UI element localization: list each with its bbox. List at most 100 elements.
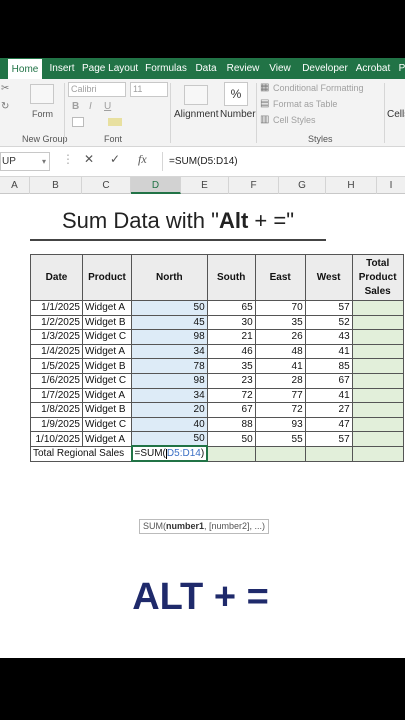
cell-west[interactable]: 52: [304, 314, 353, 331]
cell-total-product-sales[interactable]: [351, 387, 404, 404]
number-button[interactable]: Number: [220, 109, 256, 120]
tab-data[interactable]: Data: [193, 58, 219, 79]
cell-west[interactable]: 47: [304, 416, 353, 433]
cell-north[interactable]: 34: [131, 387, 208, 404]
cell-west[interactable]: 57: [304, 300, 353, 316]
cell-product[interactable]: Widget B: [82, 358, 132, 374]
cell-north[interactable]: 98: [131, 329, 208, 345]
cell-east[interactable]: 41: [254, 358, 306, 374]
cell-total-product-sales[interactable]: [351, 300, 404, 316]
cell-total-product-sales[interactable]: [351, 314, 404, 331]
percent-icon[interactable]: %: [224, 82, 248, 106]
header-west[interactable]: West: [304, 254, 353, 301]
cell-date[interactable]: 1/3/2025: [30, 329, 83, 345]
cell-east[interactable]: 77: [254, 387, 306, 404]
cell-date[interactable]: 1/8/2025: [30, 402, 83, 418]
font-size-select[interactable]: 11: [130, 82, 168, 97]
cell-total-product-sales[interactable]: [351, 416, 404, 433]
cell-total-product-sales[interactable]: [351, 402, 404, 418]
cell-north[interactable]: 34: [131, 343, 208, 360]
cell-south[interactable]: 88: [206, 416, 256, 433]
cell-west[interactable]: 43: [304, 329, 353, 345]
cell-north[interactable]: 78: [131, 358, 208, 374]
italic-button[interactable]: I: [89, 101, 92, 112]
cell-east[interactable]: 55: [254, 431, 306, 447]
cell-north[interactable]: 98: [131, 372, 208, 389]
cell-product[interactable]: Widget C: [82, 372, 132, 389]
cell-total-product-sales[interactable]: [351, 329, 404, 345]
cell-south[interactable]: 67: [206, 402, 256, 418]
cell-east[interactable]: 48: [254, 343, 306, 360]
sheet-title[interactable]: Sum Data with "Alt + =": [30, 208, 326, 234]
cell-east[interactable]: 35: [254, 314, 306, 331]
header-east[interactable]: East: [254, 254, 306, 301]
cell-date[interactable]: 1/6/2025: [30, 372, 83, 389]
conditional-formatting-button[interactable]: Conditional Formatting: [273, 83, 364, 93]
cell-west[interactable]: 85: [304, 358, 353, 374]
cell-south[interactable]: 72: [206, 387, 256, 404]
insert-function-icon[interactable]: fx: [138, 152, 147, 167]
cell-product[interactable]: Widget C: [82, 329, 132, 345]
alignment-icon[interactable]: [184, 85, 208, 105]
cell-total-product-sales[interactable]: [351, 431, 404, 447]
total-cell-west[interactable]: [304, 445, 353, 462]
cell-product[interactable]: Widget A: [82, 343, 132, 360]
cell-south[interactable]: 21: [206, 329, 256, 345]
tab-overflow[interactable]: P: [396, 58, 405, 79]
cell-west[interactable]: 67: [304, 372, 353, 389]
cell-south[interactable]: 46: [206, 343, 256, 360]
column-header-b[interactable]: B: [30, 177, 82, 194]
cell-south[interactable]: 35: [206, 358, 256, 374]
column-header-g[interactable]: G: [279, 177, 326, 194]
total-cell-south[interactable]: [206, 445, 256, 462]
header-south[interactable]: South: [206, 254, 256, 301]
tab-home[interactable]: Home: [8, 58, 42, 79]
tooltip-arg1[interactable]: number1: [166, 521, 204, 531]
cell-product[interactable]: Widget A: [82, 300, 132, 316]
enter-icon[interactable]: ✓: [110, 152, 120, 166]
column-header-f[interactable]: F: [229, 177, 279, 194]
tab-insert[interactable]: Insert: [46, 58, 78, 79]
column-header-a[interactable]: A: [0, 177, 30, 194]
bold-button[interactable]: B: [72, 101, 79, 112]
cell-north[interactable]: 40: [131, 416, 208, 433]
form-label[interactable]: Form: [32, 109, 53, 119]
cell-product[interactable]: Widget B: [82, 314, 132, 331]
cell-date[interactable]: 1/2/2025: [30, 314, 83, 331]
alignment-button[interactable]: Alignment: [174, 109, 218, 120]
cells-button[interactable]: Cells: [387, 109, 405, 120]
cell-total-product-sales[interactable]: [351, 343, 404, 360]
cell-east[interactable]: 93: [254, 416, 306, 433]
header-total-product-sales[interactable]: Total Product Sales: [351, 254, 404, 301]
cell-date[interactable]: 1/5/2025: [30, 358, 83, 374]
cell-north[interactable]: 45: [131, 314, 208, 331]
cell-east[interactable]: 26: [254, 329, 306, 345]
format-as-table-button[interactable]: Format as Table: [273, 99, 337, 109]
cut-icon[interactable]: ✂: [1, 83, 9, 94]
formula-input[interactable]: =SUM(D5:D14): [162, 152, 405, 171]
cell-product[interactable]: Widget B: [82, 402, 132, 418]
tab-formulas[interactable]: Formulas: [143, 58, 189, 79]
column-header-i[interactable]: I: [377, 177, 405, 194]
total-formula-cell[interactable]: =SUM(D5:D14): [130, 445, 209, 463]
cell-north[interactable]: 50: [131, 431, 208, 447]
underline-button[interactable]: U: [104, 101, 111, 112]
font-name-select[interactable]: Calibri: [68, 82, 126, 97]
cell-west[interactable]: 57: [304, 431, 353, 447]
tab-acrobat[interactable]: Acrobat: [354, 58, 392, 79]
cell-north[interactable]: 50: [131, 300, 208, 316]
cell-date[interactable]: 1/1/2025: [30, 300, 83, 316]
cell-date[interactable]: 1/10/2025: [30, 431, 83, 447]
tab-page-layout[interactable]: Page Layout: [82, 58, 138, 79]
total-cell-grand[interactable]: [351, 445, 404, 462]
cell-west[interactable]: 27: [304, 402, 353, 418]
total-label[interactable]: Total Regional Sales: [30, 445, 132, 462]
name-box[interactable]: UP ▾: [0, 152, 50, 171]
header-product[interactable]: Product: [82, 254, 132, 301]
cell-product[interactable]: Widget A: [82, 387, 132, 404]
brush-icon[interactable]: ↻: [1, 101, 9, 112]
cell-west[interactable]: 41: [304, 343, 353, 360]
borders-icon[interactable]: [72, 117, 84, 127]
column-header-c[interactable]: C: [82, 177, 131, 194]
cell-south[interactable]: 30: [206, 314, 256, 331]
